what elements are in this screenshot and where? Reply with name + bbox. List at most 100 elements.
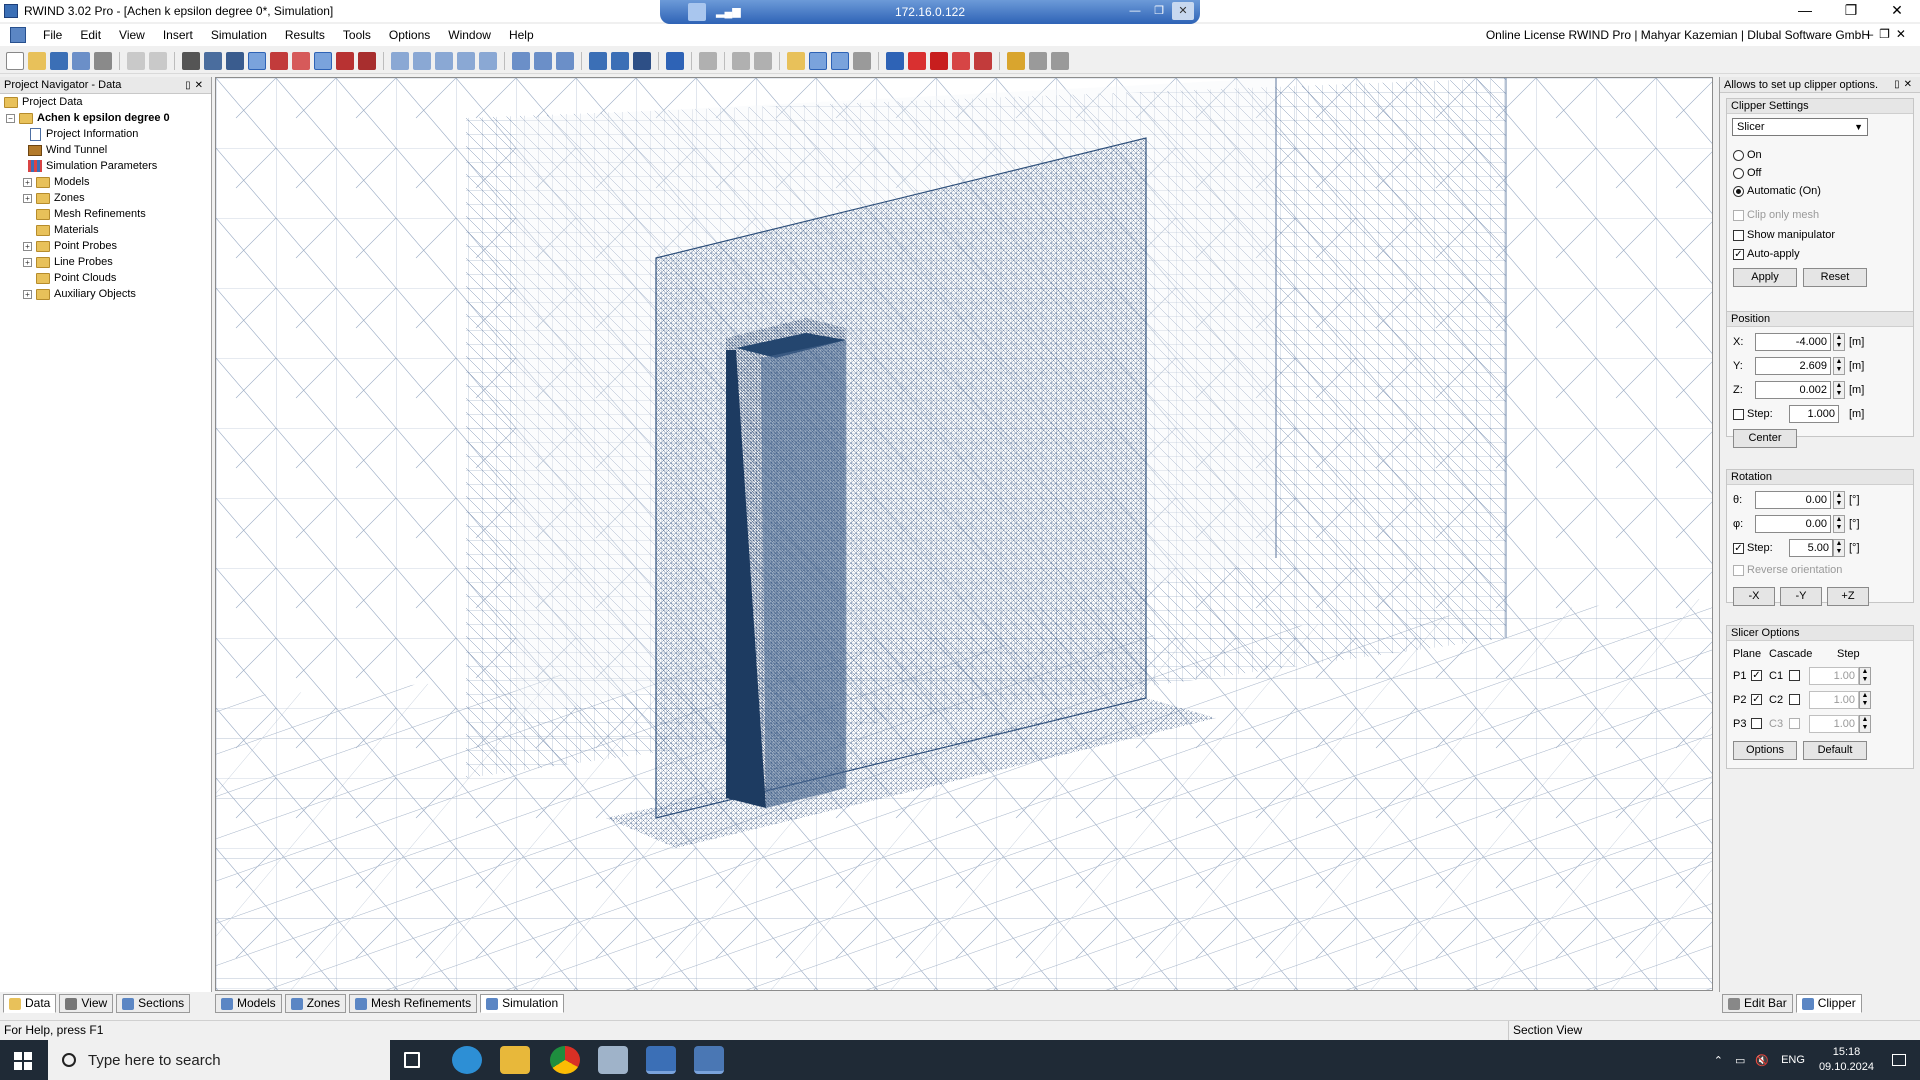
pin-icon[interactable] [688,3,706,21]
results-cube-icon[interactable] [886,51,904,70]
menu-view[interactable]: View [110,24,154,46]
copy-icon[interactable] [589,51,607,70]
menu-file[interactable]: File [34,24,71,46]
expand-icon[interactable]: + [23,193,32,203]
expand-icon[interactable]: + [23,177,32,187]
tab-zones[interactable]: Zones [284,994,347,1013]
menu-tools[interactable]: Tools [334,24,380,46]
cube-icon[interactable] [666,51,684,70]
rotation-step-checkbox[interactable]: ✓ Step: [1733,541,1773,555]
tree-item-project-data[interactable]: Project Data [0,94,211,110]
save-all-icon[interactable] [72,51,90,70]
slice-icon[interactable] [831,51,849,70]
theta-input[interactable]: 0.00 [1755,491,1831,509]
pin-close-icon[interactable]: ▯✕ [1894,77,1916,93]
show-object-icon[interactable] [336,51,354,70]
view-iso-icon[interactable] [391,51,409,70]
arrows-icon[interactable] [732,51,750,70]
y-input[interactable]: 2.609 [1755,357,1831,375]
new-file-icon[interactable] [6,51,24,70]
velocity-icon[interactable] [952,51,970,70]
zoom-icon[interactable] [512,51,530,70]
file-explorer-icon[interactable] [500,1046,530,1074]
streamline-icon[interactable] [974,51,992,70]
restore-icon[interactable]: ❐ [1828,0,1874,22]
reset-button[interactable]: Reset [1803,268,1867,287]
clock[interactable]: 15:18 09.10.2024 [1819,1045,1874,1075]
default-button[interactable]: Default [1803,741,1867,760]
document-window-controls[interactable]: –❐✕ [1867,27,1913,41]
menu-edit[interactable]: Edit [71,24,110,46]
tree-item-project-information[interactable]: Project Information [0,126,211,142]
x-input[interactable]: -4.000 [1755,333,1831,351]
radio-on[interactable]: On [1733,148,1762,162]
language-indicator[interactable]: ENG [1781,1054,1805,1066]
position-step-input[interactable]: 1.000 [1789,405,1839,423]
tree-item-point-probes[interactable]: + Point Probes [0,238,211,254]
transparency-icon[interactable] [853,51,871,70]
chrome-icon[interactable] [550,1046,580,1074]
tree-item-project[interactable]: − Achen k epsilon degree 0 [0,110,211,126]
view-side-icon[interactable] [435,51,453,70]
move-icon[interactable] [633,51,651,70]
plus-z-button[interactable]: +Z [1827,587,1869,606]
remote-close-icon[interactable]: ✕ [1172,2,1194,20]
task-view-icon[interactable] [404,1052,420,1068]
expand-icon[interactable]: + [23,257,32,267]
tree-item-mesh-refinements[interactable]: Mesh Refinements [0,206,211,222]
apply-button[interactable]: Apply [1733,268,1797,287]
minus-y-button[interactable]: -Y [1780,587,1822,606]
expand-icon[interactable]: + [23,241,32,251]
menu-simulation[interactable]: Simulation [202,24,276,46]
clipper-mode-select[interactable]: Slicer ▼ [1732,118,1868,136]
tools-icon[interactable] [1051,51,1069,70]
grid-icon[interactable] [226,51,244,70]
reverse-orientation-checkbox[interactable]: Reverse orientation [1733,563,1842,577]
p1-checkbox[interactable]: ✓ [1751,670,1762,681]
radio-off[interactable]: Off [1733,166,1761,180]
mesh-icon[interactable] [182,51,200,70]
export-icon[interactable] [611,51,629,70]
taskbar-search[interactable]: Type here to search [48,1040,390,1080]
z-input[interactable]: 0.002 [1755,381,1831,399]
show-mesh-icon[interactable] [314,51,332,70]
tree-item-models[interactable]: + Models [0,174,211,190]
show-manipulator-checkbox[interactable]: Show manipulator [1733,228,1835,242]
volume-muted-icon[interactable]: 🔇 [1755,1054,1769,1067]
rotation-step-input[interactable]: 5.00 [1789,539,1833,557]
phi-spinner-icon[interactable]: ▲ ▼ [1833,515,1845,533]
rotate-right-icon[interactable] [556,51,574,70]
menu-insert[interactable]: Insert [154,24,202,46]
tab-view[interactable]: View [59,994,114,1013]
tree-item-line-probes[interactable]: + Line Probes [0,254,211,270]
show-surface-icon[interactable] [358,51,376,70]
center-button[interactable]: Center [1733,429,1797,448]
rotate-left-icon[interactable] [534,51,552,70]
edge-icon[interactable] [452,1046,482,1074]
c1-checkbox[interactable] [1789,670,1800,681]
tab-models[interactable]: Models [215,994,282,1013]
tab-clipper[interactable]: Clipper [1795,994,1862,1013]
zoom-all-icon[interactable] [479,51,497,70]
menu-help[interactable]: Help [500,24,543,46]
animation-icon[interactable] [1007,51,1025,70]
open-folder-icon[interactable] [28,51,46,70]
redo-icon[interactable] [149,51,167,70]
remote-minimize-icon[interactable]: — [1124,2,1146,20]
model-outline-icon[interactable] [292,51,310,70]
position-step-checkbox[interactable]: Step: [1733,407,1773,421]
tab-edit-bar[interactable]: Edit Bar [1722,994,1793,1013]
s2-spinner-icon[interactable]: ▲ ▼ [1859,691,1871,709]
undo-icon[interactable] [127,51,145,70]
tree-item-auxiliary-objects[interactable]: + Auxiliary Objects [0,286,211,302]
tree-item-point-clouds[interactable]: Point Clouds [0,270,211,286]
rwind-window-icon[interactable] [694,1046,724,1074]
tab-simulation[interactable]: Simulation [480,994,565,1013]
print-icon[interactable] [94,51,112,70]
pin-close-icon[interactable]: ▯✕ [185,78,207,94]
menu-window[interactable]: Window [439,24,500,46]
s2-input[interactable]: 1.00 [1809,691,1859,709]
save-icon[interactable] [50,51,68,70]
z-spinner-icon[interactable]: ▲ ▼ [1833,381,1845,399]
tree-item-simulation-parameters[interactable]: Simulation Parameters [0,158,211,174]
